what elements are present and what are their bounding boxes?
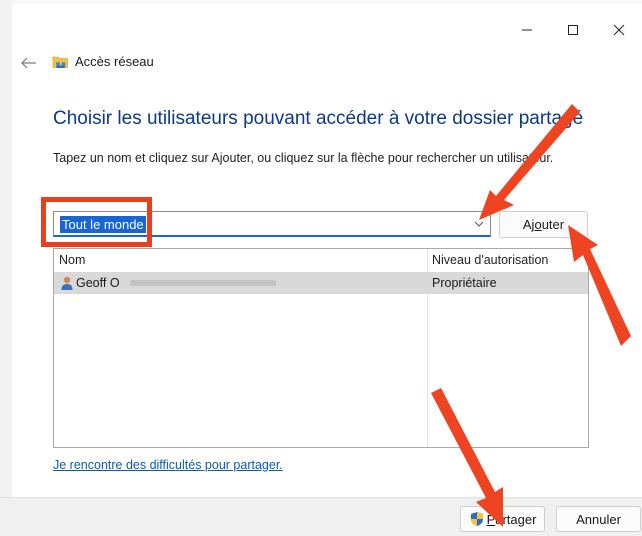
back-button[interactable] — [20, 55, 38, 71]
maximize-icon — [568, 25, 578, 35]
close-icon — [613, 24, 625, 36]
share-button-label: Partager — [486, 511, 537, 527]
close-button[interactable] — [596, 18, 642, 42]
column-header-permission[interactable]: Niveau d'autorisation — [432, 253, 548, 267]
window-title: Accès réseau — [52, 53, 154, 70]
add-button-label: Ajouter — [522, 217, 565, 232]
table-header: Nom Niveau d'autorisation — [54, 249, 588, 270]
cancel-button-label: Annuler — [576, 511, 621, 527]
window-top-edge — [0, 0, 642, 4]
uac-shield-icon — [470, 512, 483, 526]
dialog-footer — [0, 497, 642, 536]
users-table: Nom Niveau d'autorisation Geoff O Propri… — [53, 248, 589, 448]
minimize-button[interactable] — [504, 18, 550, 42]
table-row[interactable]: Geoff O Propriétaire — [54, 272, 588, 294]
user-name: Geoff O — [76, 276, 120, 290]
share-button[interactable]: Partager — [460, 506, 545, 532]
highlight-box — [41, 197, 152, 247]
window-title-text: Accès réseau — [75, 54, 154, 69]
network-share-icon — [52, 56, 68, 68]
maximize-button[interactable] — [550, 18, 596, 42]
minimize-icon — [522, 29, 532, 31]
column-header-name[interactable]: Nom — [59, 253, 85, 267]
add-button[interactable]: Ajouter — [499, 211, 588, 238]
user-icon — [61, 276, 73, 290]
cancel-button[interactable]: Annuler — [556, 506, 641, 532]
instruction-text: Tapez un nom et cliquez sur Ajouter, ou … — [53, 151, 554, 165]
window-controls — [504, 18, 642, 42]
help-link[interactable]: Je rencontre des difficultés pour partag… — [53, 458, 283, 472]
window-left-edge — [0, 0, 12, 535]
chevron-down-icon[interactable] — [474, 219, 484, 229]
page-heading: Choisir les utilisateurs pouvant accéder… — [53, 108, 584, 129]
back-arrow-icon — [21, 57, 36, 69]
redacted-email — [130, 280, 276, 286]
permission-level[interactable]: Propriétaire — [432, 276, 497, 290]
